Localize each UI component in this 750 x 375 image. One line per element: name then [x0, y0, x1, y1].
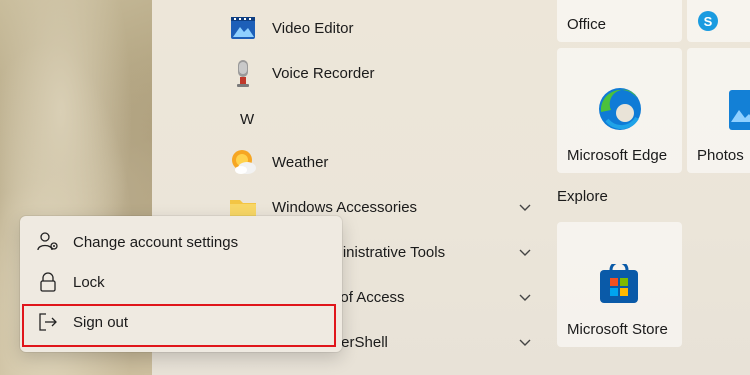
menu-label: Change account settings — [73, 233, 239, 251]
letter-header[interactable]: W — [240, 111, 254, 128]
tile-photos[interactable]: Photos — [687, 48, 750, 173]
tile-label: Office — [567, 16, 606, 33]
menu-label: Sign out — [73, 313, 129, 331]
app-item-weather[interactable]: Weather — [228, 142, 538, 182]
account-context-menu: Change account settings Lock Sign out — [20, 216, 342, 352]
tile-office[interactable]: Office — [557, 0, 682, 42]
menu-label: Lock — [73, 273, 105, 291]
edge-icon — [597, 86, 643, 137]
tile-microsoft-store[interactable]: Microsoft Store — [557, 222, 682, 347]
sign-out-icon — [37, 311, 59, 333]
app-label: Video Editor — [272, 19, 354, 37]
person-settings-icon — [37, 231, 59, 253]
video-editor-icon — [228, 13, 258, 43]
chevron-down-icon[interactable] — [518, 335, 532, 349]
menu-item-sign-out[interactable]: Sign out — [24, 303, 338, 341]
svg-text:S: S — [704, 14, 713, 29]
lock-icon — [37, 271, 59, 293]
chevron-down-icon[interactable] — [518, 245, 532, 259]
app-item-video-editor[interactable]: Video Editor — [228, 8, 538, 48]
tile-skype[interactable]: S — [687, 0, 750, 42]
app-label: Weather — [272, 153, 329, 171]
tile-microsoft-edge[interactable]: Microsoft Edge — [557, 48, 682, 173]
app-label: Windows Accessories — [272, 198, 418, 216]
menu-item-change-account-settings[interactable]: Change account settings — [24, 223, 338, 261]
microphone-icon — [228, 58, 258, 88]
tile-label: Microsoft Edge — [567, 147, 668, 164]
app-label: Voice Recorder — [272, 64, 375, 82]
tile-label: Photos — [697, 147, 744, 164]
store-icon — [598, 260, 640, 309]
chevron-down-icon[interactable] — [518, 290, 532, 304]
tile-label: Microsoft Store — [567, 321, 668, 338]
app-item-voice-recorder[interactable]: Voice Recorder — [228, 53, 538, 93]
menu-item-lock[interactable]: Lock — [24, 263, 338, 301]
weather-icon — [228, 147, 258, 177]
section-label-explore: Explore — [557, 188, 608, 205]
photos-icon — [729, 90, 750, 135]
skype-icon: S — [697, 10, 719, 37]
chevron-down-icon[interactable] — [518, 200, 532, 214]
